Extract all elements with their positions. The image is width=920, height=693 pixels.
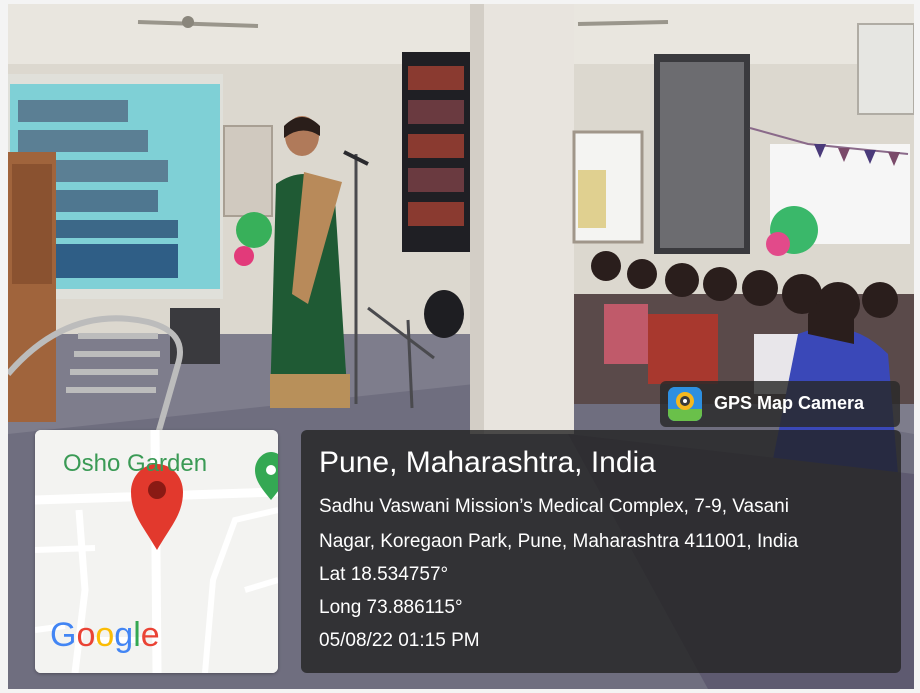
map-place-label: Osho Garden bbox=[63, 450, 208, 477]
gps-map-camera-icon bbox=[668, 387, 702, 421]
datetime: 05/08/22 01:15 PM bbox=[319, 630, 480, 651]
address-line-1: Sadhu Vaswani Mission’s Medical Complex,… bbox=[319, 496, 789, 517]
gps-map-camera-label: GPS Map Camera bbox=[714, 393, 865, 413]
pillar bbox=[470, 4, 574, 434]
longitude: Long 73.886115° bbox=[319, 597, 463, 618]
map-thumbnail: Osho Garden Google bbox=[35, 430, 278, 673]
ceiling-fan-right bbox=[577, 20, 669, 26]
gps-map-camera-badge: GPS Map Camera bbox=[660, 381, 900, 427]
location-title: Pune, Maharashtra, India bbox=[319, 446, 656, 479]
screenshot-frame: Osho Garden Google GPS Map Camera Pune, … bbox=[0, 0, 920, 693]
location-info-panel: Pune, Maharashtra, India Sadhu Vaswani M… bbox=[301, 430, 901, 673]
google-logo: Google bbox=[50, 616, 160, 654]
latitude: Lat 18.534757° bbox=[319, 564, 449, 585]
address-line-2: Nagar, Koregaon Park, Pune, Maharashtra … bbox=[319, 531, 799, 552]
